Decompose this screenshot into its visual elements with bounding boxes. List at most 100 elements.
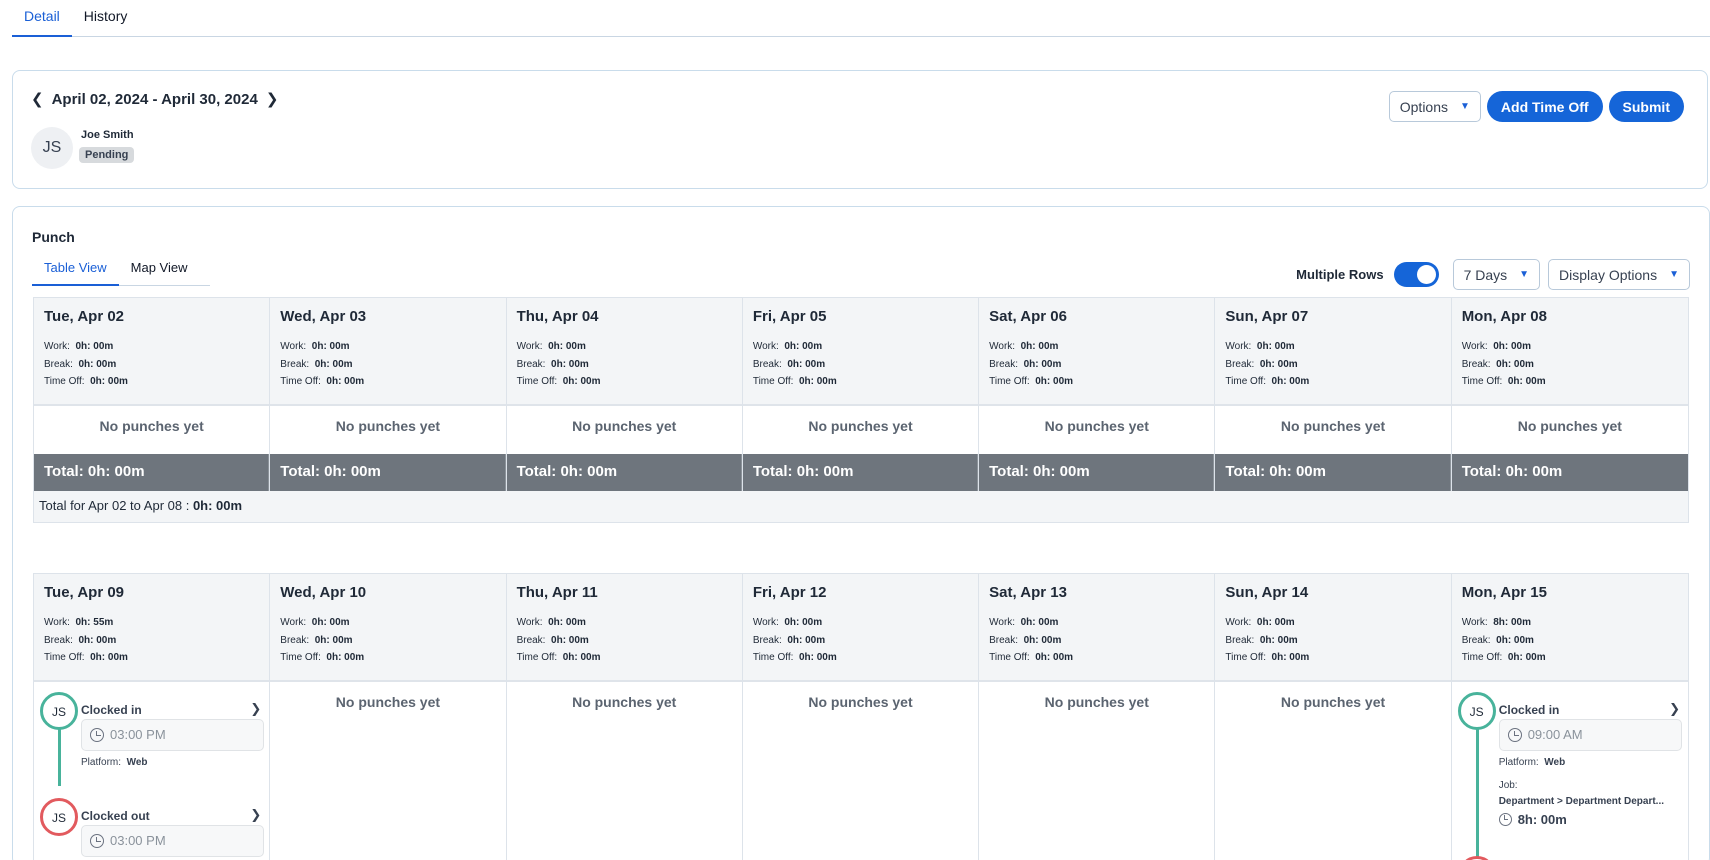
platform-info: Platform: Web: [1498, 757, 1566, 768]
day-total: Total: 0h: 00m: [34, 454, 270, 491]
day-header: Tue, Apr 09 Work: 0h: 55m Break: 0h: 00m…: [34, 574, 270, 682]
employee-name: Joe Smith: [81, 129, 134, 141]
work-stat: Work: 0h: 00m: [1461, 341, 1531, 352]
punch-title: Punch: [32, 229, 75, 245]
day-title: Mon, Apr 08: [1461, 308, 1547, 325]
day-total: Total: 0h: 00m: [1451, 454, 1688, 491]
break-stat: Break: 0h: 00m: [280, 358, 353, 370]
week-grid: Tue, Apr 09 Work: 0h: 55m Break: 0h: 00m…: [33, 573, 1689, 860]
day-total: Total: 0h: 00m: [1215, 454, 1451, 491]
chevron-right-icon[interactable]: ❯: [250, 807, 261, 823]
day-column: Thu, Apr 04 Work: 0h: 00m Break: 0h: 00m…: [506, 298, 743, 491]
tab-table-view[interactable]: Table View: [32, 253, 119, 286]
time-off-stat: Time Off: 0h: 00m: [1225, 652, 1310, 663]
date-range-nav: ❮ April 02, 2024 - April 30, 2024 ❯: [31, 90, 279, 109]
no-punches-text: No punches yet: [742, 406, 979, 454]
work-stat: Work: 0h: 00m: [516, 617, 586, 628]
caret-down-icon: ▼: [1669, 269, 1679, 280]
day-title: Tue, Apr 09: [44, 584, 125, 601]
break-stat: Break: 0h: 00m: [1225, 634, 1298, 646]
work-stat: Work: 0h: 00m: [989, 341, 1059, 352]
break-stat: Break: 0h: 00m: [752, 634, 826, 646]
no-punches-text: No punches yet: [1215, 682, 1451, 860]
tab-history[interactable]: History: [72, 0, 140, 37]
display-options-label: Display Options: [1559, 266, 1658, 283]
chevron-right-icon[interactable]: ❯: [250, 701, 261, 717]
day-column: Tue, Apr 02 Work: 0h: 00m Break: 0h: 00m…: [34, 298, 271, 491]
day-header: Thu, Apr 04 Work: 0h: 00m Break: 0h: 00m…: [506, 298, 742, 406]
work-stat: Work: 0h: 00m: [1225, 341, 1295, 352]
timeline-connector: [1475, 728, 1479, 860]
day-title: Thu, Apr 04: [516, 308, 599, 325]
clock-in-time-field[interactable]: 03:00 PM: [81, 719, 264, 751]
punch-controls: Multiple Rows 7 Days ▼ Display Options ▼: [1296, 259, 1690, 290]
day-column: Mon, Apr 15 Work: 8h: 00m Break: 0h: 00m…: [1451, 574, 1688, 860]
tab-detail[interactable]: Detail: [12, 0, 72, 37]
day-total: Total: 0h: 00m: [270, 454, 506, 491]
multiple-rows-label: Multiple Rows: [1296, 267, 1384, 282]
job-path: Department > Department Depart...: [1498, 796, 1665, 807]
day-header: Sun, Apr 14 Work: 0h: 00m Break: 0h: 00m…: [1215, 574, 1451, 682]
time-off-stat: Time Off: 0h: 00m: [516, 376, 601, 387]
work-stat: Work: 0h: 00m: [516, 341, 586, 352]
day-header: Sun, Apr 07 Work: 0h: 00m Break: 0h: 00m…: [1215, 298, 1451, 406]
timesheet-header-card: ❮ April 02, 2024 - April 30, 2024 ❯ JS J…: [12, 70, 1708, 189]
day-column: Sun, Apr 07 Work: 0h: 00m Break: 0h: 00m…: [1215, 298, 1452, 491]
toggle-knob: [1416, 265, 1436, 284]
no-punches-text: No punches yet: [506, 682, 742, 860]
no-punches-text: No punches yet: [270, 682, 506, 860]
clocked-in-label: Clocked in: [1498, 703, 1560, 717]
top-tabs: Detail History: [12, 0, 1710, 37]
work-stat: Work: 0h: 00m: [752, 341, 823, 352]
week-total: Total for Apr 02 to Apr 08 : 0h: 00m: [34, 491, 1688, 520]
clock-icon: [90, 728, 104, 742]
display-options-dropdown[interactable]: Display Options ▼: [1548, 259, 1690, 290]
clock-in-avatar: JS: [40, 692, 78, 730]
week-days: Tue, Apr 02 Work: 0h: 00m Break: 0h: 00m…: [34, 298, 1688, 491]
options-dropdown[interactable]: Options ▼: [1388, 91, 1481, 122]
timeline-connector: [58, 728, 61, 786]
job-label: Job:: [1498, 780, 1518, 791]
day-column: Sat, Apr 13 Work: 0h: 00m Break: 0h: 00m…: [979, 574, 1216, 860]
clocked-out-label: Clocked out: [81, 809, 150, 823]
day-column: Fri, Apr 05 Work: 0h: 00m Break: 0h: 00m…: [742, 298, 980, 491]
days-select[interactable]: 7 Days ▼: [1452, 259, 1541, 290]
chevron-right-icon[interactable]: ❯: [266, 90, 279, 108]
tab-map-view[interactable]: Map View: [119, 253, 200, 286]
break-stat: Break: 0h: 00m: [44, 634, 117, 646]
break-stat: Break: 0h: 00m: [280, 634, 353, 646]
day-header: Tue, Apr 02 Work: 0h: 00m Break: 0h: 00m…: [34, 298, 270, 406]
no-punches-text: No punches yet: [270, 406, 506, 454]
clock-icon: [1498, 813, 1512, 826]
time-off-stat: Time Off: 0h: 00m: [44, 376, 128, 387]
add-time-off-button[interactable]: Add Time Off: [1486, 91, 1603, 122]
day-column: Wed, Apr 03 Work: 0h: 00m Break: 0h: 00m…: [270, 298, 507, 491]
clock-in-time-field[interactable]: 09:00 AM: [1498, 719, 1682, 751]
day-title: Wed, Apr 03: [280, 308, 367, 325]
day-column: Tue, Apr 09 Work: 0h: 55m Break: 0h: 00m…: [34, 574, 271, 860]
chevron-right-icon[interactable]: ❯: [1669, 701, 1680, 717]
day-title: Fri, Apr 05: [752, 308, 827, 325]
day-column: Sat, Apr 06 Work: 0h: 00m Break: 0h: 00m…: [979, 298, 1216, 491]
no-punches-text: No punches yet: [742, 682, 979, 860]
day-header: Sat, Apr 13 Work: 0h: 00m Break: 0h: 00m…: [979, 574, 1215, 682]
no-punches-text: No punches yet: [34, 406, 270, 454]
day-column: Fri, Apr 12 Work: 0h: 00m Break: 0h: 00m…: [742, 574, 980, 860]
day-header: Fri, Apr 12 Work: 0h: 00m Break: 0h: 00m…: [742, 574, 979, 682]
work-stat: Work: 0h: 00m: [280, 341, 350, 352]
multiple-rows-toggle[interactable]: [1393, 262, 1439, 287]
submit-button[interactable]: Submit: [1608, 91, 1684, 122]
day-header: Fri, Apr 05 Work: 0h: 00m Break: 0h: 00m…: [742, 298, 979, 406]
day-title: Sun, Apr 14: [1225, 584, 1309, 601]
clock-icon: [1507, 728, 1522, 742]
time-off-stat: Time Off: 0h: 00m: [1225, 376, 1310, 387]
platform-info: Platform: Web: [81, 757, 148, 768]
punch-timeline: JS Clocked in ❯ 03:00 PM Platform: Web J…: [34, 682, 270, 860]
day-title: Thu, Apr 11: [516, 584, 598, 601]
day-total: Total: 0h: 00m: [979, 454, 1215, 491]
clock-out-time-field[interactable]: 03:00 PM: [81, 825, 264, 857]
day-header: Wed, Apr 03 Work: 0h: 00m Break: 0h: 00m…: [270, 298, 506, 406]
chevron-left-icon[interactable]: ❮: [31, 90, 44, 108]
days-select-value: 7 Days: [1463, 266, 1508, 283]
day-title: Wed, Apr 10: [280, 584, 367, 601]
